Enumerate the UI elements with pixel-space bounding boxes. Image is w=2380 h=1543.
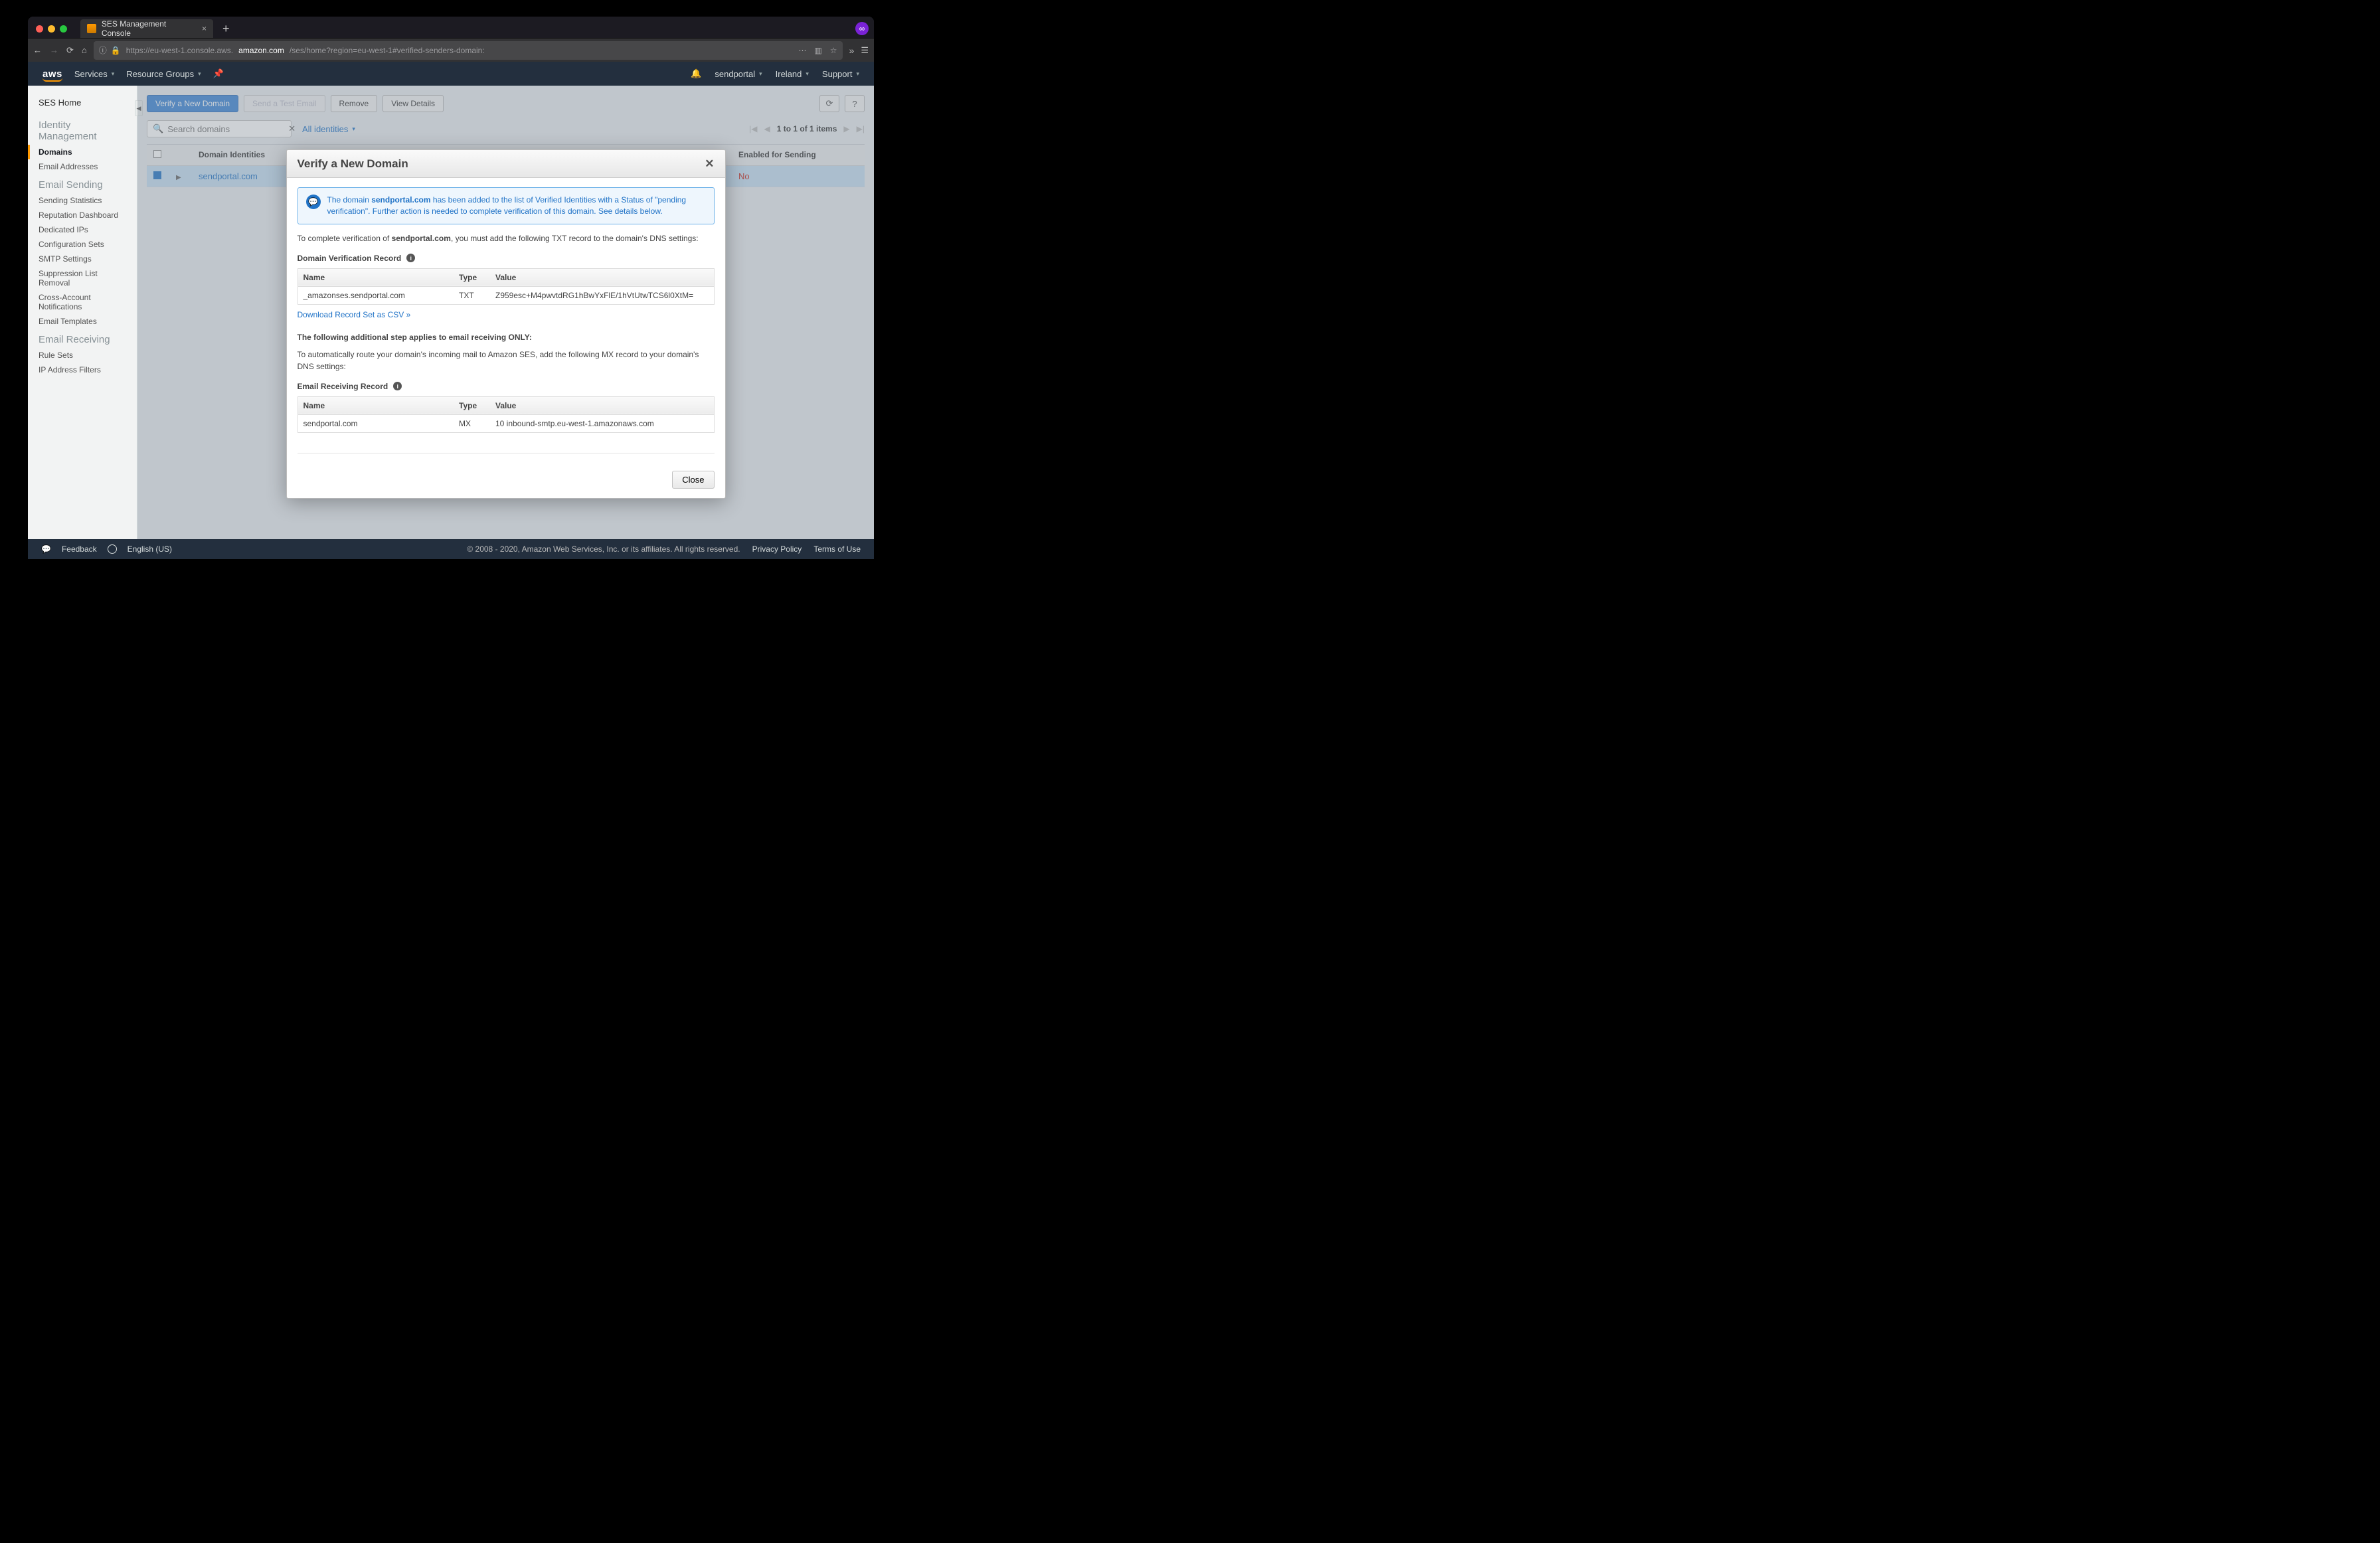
txt-record-table: Name Type Value _amazonses.sendportal.co… (298, 268, 715, 305)
feedback-link[interactable]: Feedback (62, 544, 97, 554)
mx-heading: The following additional step applies to… (298, 333, 532, 342)
sidebar: ◀ SES Home Identity Management Domains E… (28, 86, 137, 539)
close-icon[interactable]: ✕ (705, 157, 714, 171)
home-icon[interactable]: ⌂ (82, 45, 87, 55)
url-host: amazon.com (238, 46, 284, 55)
speech-bubble-icon: 💬 (306, 195, 321, 209)
reload-icon[interactable]: ⟳ (66, 45, 74, 56)
sidebar-section-identity: Identity Management (28, 114, 137, 145)
aws-nav: aws Services ▾ Resource Groups ▾ 📌 🔔 sen… (28, 62, 874, 86)
page-viewport: aws Services ▾ Resource Groups ▾ 📌 🔔 sen… (28, 62, 874, 559)
sidebar-item-smtp[interactable]: SMTP Settings (28, 252, 137, 266)
hamburger-icon[interactable]: ☰ (861, 45, 869, 56)
region-menu[interactable]: Ireland ▾ (776, 69, 809, 79)
aws-logo[interactable]: aws (42, 68, 62, 80)
extension-badge-icon[interactable]: ∞ (855, 22, 869, 35)
info-icon[interactable]: i (393, 382, 402, 390)
close-tab-icon[interactable]: × (202, 24, 207, 33)
forward-icon: → (50, 45, 58, 55)
modal-overlay: Verify a New Domain ✕ 💬 The domain sendp… (137, 86, 874, 539)
feedback-icon[interactable]: 💬 (41, 544, 51, 554)
close-window-icon[interactable] (36, 25, 43, 33)
sidebar-item-email-addresses[interactable]: Email Addresses (28, 159, 137, 174)
new-tab-button[interactable]: + (218, 22, 234, 36)
sidebar-item-cross-account[interactable]: Cross-Account Notifications (28, 290, 137, 314)
site-info-icon[interactable]: ⓘ (99, 44, 107, 56)
download-csv-link[interactable]: Download Record Set as CSV » (298, 310, 411, 319)
back-icon[interactable]: ← (33, 45, 42, 55)
mx-name: sendportal.com (298, 414, 454, 432)
bookmark-icon[interactable]: ☆ (830, 46, 837, 55)
email-receiving-heading: Email Receiving Record i (298, 382, 715, 391)
col-value: Value (490, 268, 714, 286)
tab-title: SES Management Console (102, 19, 197, 38)
mx-value: 10 inbound-smtp.eu-west-1.amazonaws.com (490, 414, 714, 432)
txt-type: TXT (454, 286, 490, 304)
url-bar[interactable]: ⓘ 🔒 https://eu-west-1.console.aws. amazon.… (94, 41, 843, 60)
mx-instruction: To automatically route your domain's inc… (298, 349, 715, 372)
sidebar-item-sending-stats[interactable]: Sending Statistics (28, 193, 137, 208)
browser-window: SES Management Console × + ∞ ← → ⟳ ⌂ ⓘ 🔒 … (28, 17, 874, 559)
sidebar-item-templates[interactable]: Email Templates (28, 314, 137, 329)
mx-type: MX (454, 414, 490, 432)
reader-icon[interactable]: ▥ (814, 46, 821, 55)
language-selector[interactable]: English (US) (128, 544, 172, 554)
sidebar-section-sending: Email Sending (28, 174, 137, 193)
mx-record-table: Name Type Value sendportal.com MX 10 inb… (298, 396, 715, 433)
more-dots-icon[interactable]: ⋯ (798, 46, 806, 55)
account-menu[interactable]: sendportal ▾ (715, 69, 762, 79)
col-value: Value (490, 396, 714, 414)
url-prefix: https://eu-west-1.console.aws. (126, 46, 233, 55)
col-type: Type (454, 396, 490, 414)
close-button[interactable]: Close (672, 471, 714, 489)
info-icon[interactable]: i (406, 254, 415, 262)
url-path: /ses/home?region=eu-west-1#verified-send… (290, 46, 485, 55)
sidebar-item-dedicated-ips[interactable]: Dedicated IPs (28, 222, 137, 237)
favicon-icon (87, 24, 96, 33)
sidebar-section-receiving: Email Receiving (28, 329, 137, 348)
sidebar-item-domains[interactable]: Domains (28, 145, 137, 159)
overflow-icon[interactable]: » (849, 45, 855, 56)
sidebar-item-suppression[interactable]: Suppression List Removal (28, 266, 137, 290)
resource-groups-menu[interactable]: Resource Groups ▾ (126, 69, 201, 79)
modal-title: Verify a New Domain (298, 157, 408, 171)
privacy-link[interactable]: Privacy Policy (752, 544, 802, 554)
globe-icon (108, 544, 117, 554)
services-menu[interactable]: Services ▾ (74, 69, 114, 79)
browser-tab[interactable]: SES Management Console × (80, 19, 213, 38)
main-panel: Verify a New Domain Send a Test Email Re… (137, 86, 874, 539)
sidebar-item-reputation[interactable]: Reputation Dashboard (28, 208, 137, 222)
txt-value: Z959esc+M4pwvtdRG1hBwYxFlE/1hVtUtwTCS6l0… (490, 286, 714, 304)
sidebar-item-rule-sets[interactable]: Rule Sets (28, 348, 137, 363)
aws-footer: 💬 Feedback English (US) © 2008 - 2020, A… (28, 539, 874, 559)
verify-domain-modal: Verify a New Domain ✕ 💬 The domain sendp… (286, 149, 726, 499)
col-type: Type (454, 268, 490, 286)
terms-link[interactable]: Terms of Use (813, 544, 861, 554)
info-alert: 💬 The domain sendportal.com has been add… (298, 187, 715, 224)
copyright-text: © 2008 - 2020, Amazon Web Services, Inc.… (467, 544, 740, 554)
col-name: Name (298, 268, 454, 286)
support-menu[interactable]: Support ▾ (822, 69, 859, 79)
notification-icon[interactable]: 🔔 (691, 68, 701, 79)
txt-name: _amazonses.sendportal.com (298, 286, 454, 304)
sidebar-ses-home[interactable]: SES Home (28, 95, 137, 114)
col-name: Name (298, 396, 454, 414)
maximize-window-icon[interactable] (60, 25, 67, 33)
lock-icon: 🔒 (111, 46, 121, 55)
sidebar-item-ip-filters[interactable]: IP Address Filters (28, 363, 137, 377)
window-controls (36, 25, 67, 33)
minimize-window-icon[interactable] (48, 25, 55, 33)
tab-bar: SES Management Console × + ∞ (28, 17, 874, 38)
alert-text: The domain sendportal.com has been added… (327, 195, 706, 217)
toolbar-row: ← → ⟳ ⌂ ⓘ 🔒 https://eu-west-1.console.aws… (28, 38, 874, 62)
instruction-text: To complete verification of sendportal.c… (298, 232, 715, 244)
dvr-heading: Domain Verification Record i (298, 254, 715, 263)
sidebar-item-config-sets[interactable]: Configuration Sets (28, 237, 137, 252)
pin-icon[interactable]: 📌 (213, 68, 224, 79)
